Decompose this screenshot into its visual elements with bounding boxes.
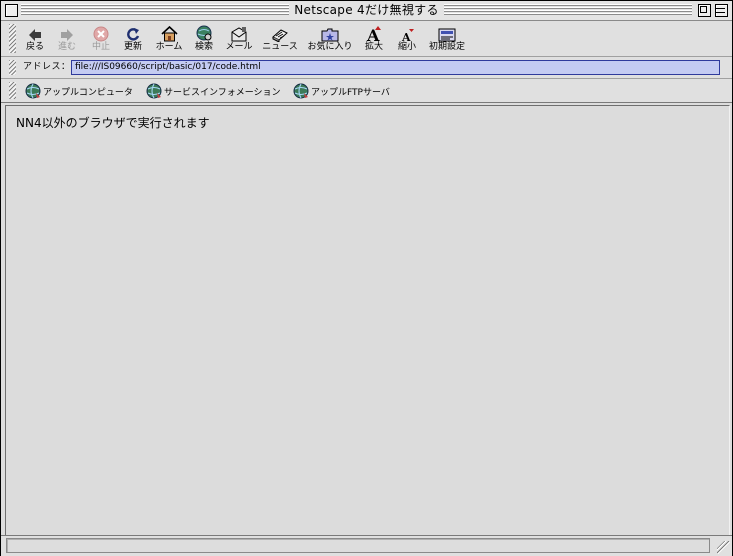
back-button[interactable]: 戻る <box>23 23 47 53</box>
url-field[interactable]: file:///IS09660/script/basic/017/code.ht… <box>71 60 720 75</box>
status-bar <box>1 535 732 556</box>
text-larger-label: 拡大 <box>364 42 383 52</box>
preferences-icon <box>438 28 456 42</box>
mail-button[interactable]: メール <box>223 23 255 53</box>
status-text <box>6 538 710 553</box>
bookmark-label: アップルコンピュータ <box>43 87 133 98</box>
personal-toolbar: アップルコンピュータ サービスインフォメーション アップルFTPサーバ <box>1 79 732 103</box>
globe-icon <box>25 83 41 99</box>
navigation-toolbar: 戻る 進む 中止 更新 ホーム 検索 メール ニュース お気に入り A 拡大 A… <box>1 21 732 57</box>
news-icon <box>272 29 288 42</box>
close-box-button[interactable] <box>5 4 18 17</box>
favorites-label: お気に入り <box>307 42 353 52</box>
text-smaller-button[interactable]: A 縮小 <box>395 23 419 53</box>
text-larger-button[interactable]: A 拡大 <box>362 23 386 53</box>
mail-label: メール <box>225 42 253 52</box>
svg-text:A: A <box>401 31 411 42</box>
search-label: 検索 <box>194 42 213 52</box>
browser-window: Netscape 4だけ無視する 戻る 進む 中止 更新 ホーム 検索 メール … <box>0 0 733 556</box>
mail-icon <box>231 27 247 42</box>
text-larger-icon: A <box>366 26 381 42</box>
favorites-button[interactable]: お気に入り <box>305 23 355 53</box>
window-title: Netscape 4だけ無視する <box>289 3 444 17</box>
stop-label: 中止 <box>91 42 110 52</box>
resize-grip-icon[interactable] <box>717 541 730 554</box>
preferences-button[interactable]: 初期設定 <box>427 23 467 53</box>
reload-button[interactable]: 更新 <box>121 23 145 53</box>
home-icon <box>160 26 178 42</box>
text-smaller-icon: A <box>401 29 414 42</box>
back-arrow-icon <box>29 29 41 41</box>
page-body-text: NN4以外のブラウザで実行されます <box>16 116 210 130</box>
home-label: ホーム <box>155 42 183 52</box>
globe-icon <box>146 83 162 99</box>
stop-button[interactable]: 中止 <box>89 23 113 53</box>
location-bar: アドレス： file:///IS09660/script/basic/017/c… <box>1 57 732 79</box>
forward-label: 進む <box>57 42 76 52</box>
collapse-box-button[interactable] <box>715 4 728 17</box>
news-button[interactable]: ニュース <box>261 23 299 53</box>
toolbar-grip[interactable] <box>9 24 16 53</box>
preferences-label: 初期設定 <box>428 42 465 52</box>
back-label: 戻る <box>25 42 44 52</box>
bookmark-service-information[interactable]: サービスインフォメーション <box>146 83 281 99</box>
bookmark-label: アップルFTPサーバ <box>311 87 390 98</box>
forward-arrow-icon <box>61 29 73 41</box>
reload-label: 更新 <box>123 42 142 52</box>
home-button[interactable]: ホーム <box>153 23 185 53</box>
page-content-area[interactable]: NN4以外のブラウザで実行されます <box>5 105 730 535</box>
location-bar-grip[interactable] <box>9 60 16 75</box>
title-bar[interactable]: Netscape 4だけ無視する <box>1 1 732 21</box>
bookmark-label: サービスインフォメーション <box>164 87 281 98</box>
news-label: ニュース <box>262 42 298 52</box>
forward-button[interactable]: 進む <box>55 23 79 53</box>
favorites-icon <box>321 28 339 42</box>
stop-icon <box>93 26 109 42</box>
window-title-wrap: Netscape 4だけ無視する <box>1 2 732 19</box>
personal-toolbar-grip[interactable] <box>9 82 16 99</box>
search-button[interactable]: 検索 <box>191 23 217 53</box>
globe-icon <box>293 83 309 99</box>
bookmark-apple-computer[interactable]: アップルコンピュータ <box>25 83 133 99</box>
text-smaller-label: 縮小 <box>397 42 416 52</box>
reload-icon <box>127 28 140 41</box>
location-label: アドレス： <box>23 62 71 72</box>
search-globe-icon <box>196 25 211 41</box>
zoom-box-button[interactable] <box>698 4 711 17</box>
bookmark-apple-ftp-server[interactable]: アップルFTPサーバ <box>293 83 390 99</box>
